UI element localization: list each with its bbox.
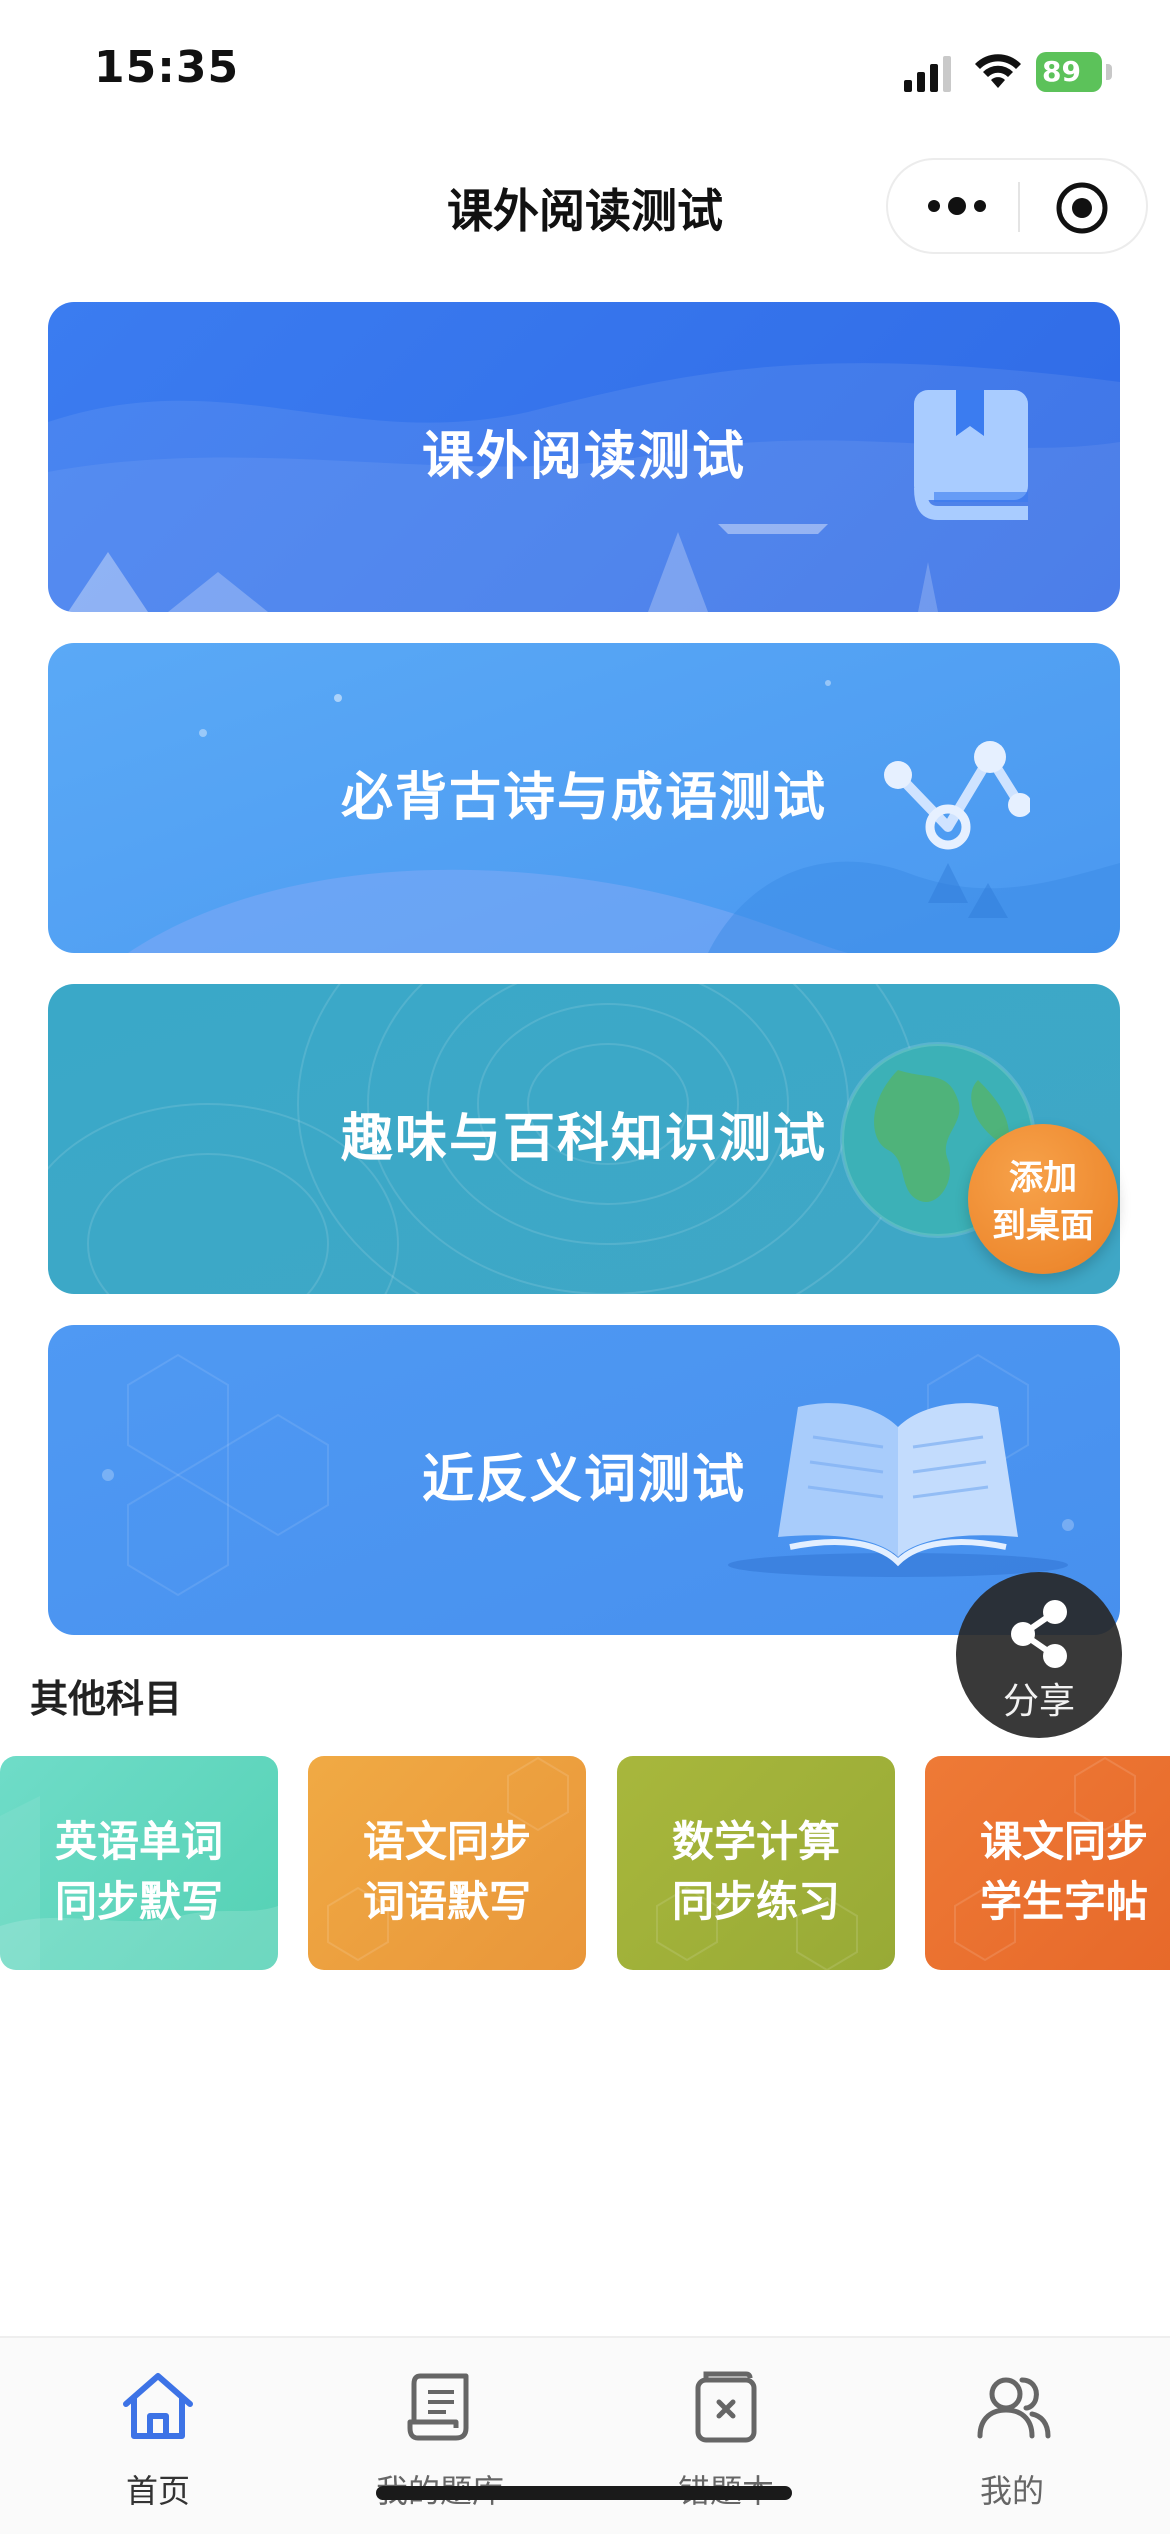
tab-label: 我的 (979, 2472, 1044, 2510)
wifi-icon (975, 54, 1021, 88)
share-label: 分享 (1002, 1681, 1075, 1722)
test-card-title: 趣味与百科知识测试 (340, 1109, 827, 1169)
test-card-poetry-idioms[interactable]: 必背古诗与成语测试 (48, 643, 1120, 953)
tab-home[interactable]: 首页 (12, 2338, 304, 2534)
subject-card-math-practice[interactable]: 数学计算 同步练习 (617, 1756, 895, 1970)
target-close-icon[interactable] (1054, 180, 1110, 236)
tab-wrong-answers[interactable]: 错题本 (580, 2338, 872, 2534)
add-to-desktop-label-line2: 到桌面 (992, 1206, 1094, 1246)
battery-level: 89 (1036, 52, 1102, 92)
scroll-document-icon (407, 2373, 469, 2441)
battery-tip (1106, 64, 1112, 80)
share-button[interactable]: 分享 (956, 1572, 1122, 1738)
tab-my-question-bank[interactable]: 我的题库 (294, 2338, 586, 2534)
subject-label-line2: 学生字帖 (979, 1877, 1148, 1926)
subject-card-chinese-words[interactable]: 语文同步 词语默写 (308, 1756, 586, 1970)
users-icon (977, 2377, 1051, 2439)
cellular-signal-icon (904, 56, 951, 92)
subject-label-line2: 同步默写 (54, 1877, 223, 1926)
test-card-title: 近反义词测试 (421, 1450, 746, 1510)
status-time: 15:35 (94, 42, 240, 93)
subject-card-copybook[interactable]: 课文同步 学生字帖 (925, 1756, 1170, 1970)
subject-label-line1: 语文同步 (362, 1817, 531, 1866)
subject-label-line2: 词语默写 (362, 1877, 531, 1926)
subject-card-english-words[interactable]: 英语单词 同步默写 (0, 1756, 278, 1970)
subject-label-line1: 课文同步 (979, 1817, 1148, 1866)
mini-program-capsule (886, 158, 1148, 254)
home-icon (123, 2373, 193, 2439)
bottom-tab-bar: 首页 我的题库 错题本 我的 (0, 2336, 1170, 2534)
test-card-synonyms-antonyms[interactable]: 近反义词测试 (48, 1325, 1120, 1635)
test-card-reading[interactable]: 课外阅读测试 (48, 302, 1120, 612)
add-to-desktop-label-line1: 添加 (1009, 1158, 1077, 1198)
more-dots-icon[interactable] (924, 186, 990, 226)
share-icon (1011, 1600, 1067, 1668)
test-card-title: 课外阅读测试 (421, 427, 746, 487)
test-card-title: 必背古诗与成语测试 (340, 768, 827, 828)
subject-label-line2: 同步练习 (671, 1877, 840, 1926)
capsule-divider (1018, 182, 1020, 232)
battery-indicator: 89 (1036, 52, 1112, 92)
other-subjects-title: 其他科目 (30, 1677, 183, 1721)
wrong-notebook-icon (695, 2371, 757, 2443)
tab-mine[interactable]: 我的 (866, 2338, 1158, 2534)
tab-label: 首页 (125, 2472, 190, 2510)
subject-label-line1: 英语单词 (54, 1817, 223, 1866)
status-bar: 15:35 89 (0, 0, 1170, 140)
subject-label-line1: 数学计算 (671, 1817, 840, 1866)
add-to-desktop-button[interactable]: 添加 到桌面 (968, 1124, 1118, 1274)
home-indicator[interactable] (376, 2486, 792, 2500)
test-card-fun-encyclopedia[interactable]: 趣味与百科知识测试 (48, 984, 1120, 1294)
